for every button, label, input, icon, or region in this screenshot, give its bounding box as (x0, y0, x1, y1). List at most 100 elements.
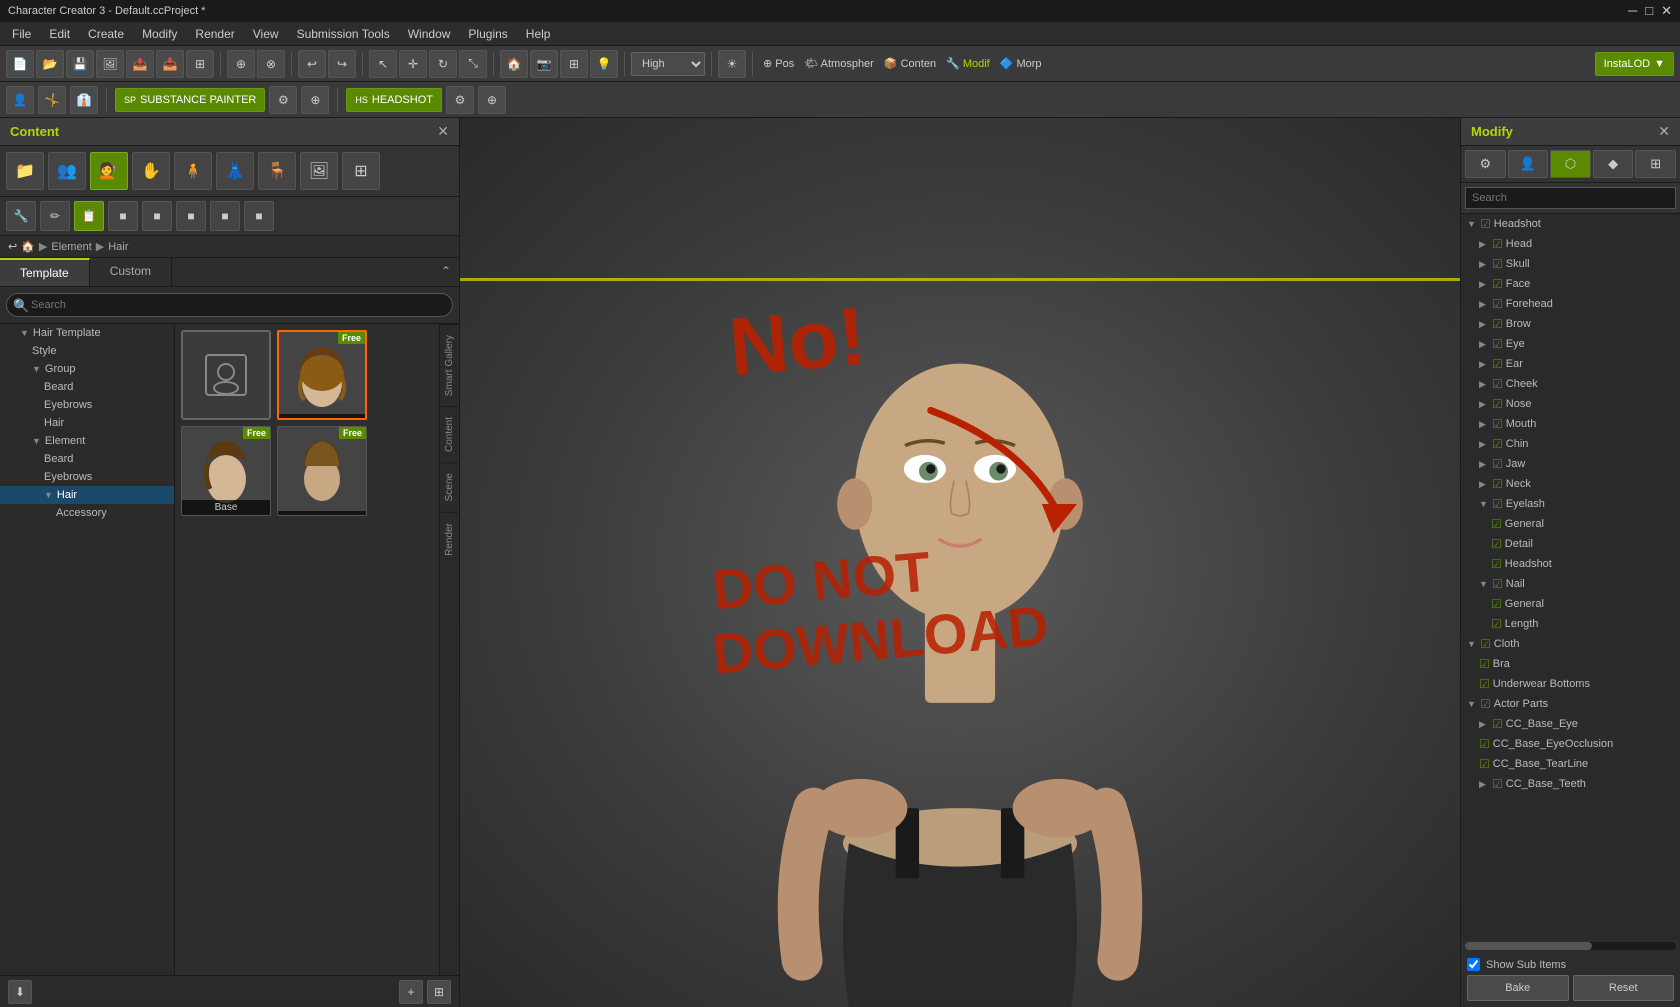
mod-nail[interactable]: ▼ ☑ Nail (1461, 574, 1680, 594)
accessory-btn[interactable]: 👔 (70, 86, 98, 114)
content-folder-icon[interactable]: 📁 (6, 152, 44, 190)
content-cloth-icon[interactable]: 👗 (216, 152, 254, 190)
modify-tab-body[interactable]: 👤 (1508, 150, 1549, 178)
mod-cc-eye-occlusion[interactable]: ☑ CC_Base_EyeOcclusion (1461, 734, 1680, 754)
modify-tab-morph[interactable]: ◆ (1593, 150, 1634, 178)
content-small-8[interactable]: ■ (244, 201, 274, 231)
modify-tab-checker[interactable]: ⊞ (1635, 150, 1676, 178)
snap-btn[interactable]: ⊗ (257, 50, 285, 78)
substance-extra-btn[interactable]: ⊕ (301, 86, 329, 114)
mod-chin[interactable]: ▶ ☑ Chin (1461, 434, 1680, 454)
open-btn[interactable]: 📂 (36, 50, 64, 78)
mod-cc-tearline[interactable]: ☑ CC_Base_TearLine (1461, 754, 1680, 774)
content-image-icon[interactable]: 🖼 (300, 152, 338, 190)
undo-arrow-icon[interactable]: ↩ (8, 240, 17, 253)
grid-btn[interactable]: ⊞ (186, 50, 214, 78)
tree-hair-elem[interactable]: ▼ Hair (0, 486, 174, 504)
content-add-btn[interactable]: + (399, 980, 423, 1004)
minimize-btn[interactable]: ─ (1628, 3, 1637, 19)
maximize-btn[interactable]: □ (1645, 3, 1653, 19)
content-down-btn[interactable]: ⬇ (8, 980, 32, 1004)
frame-btn[interactable]: ⊞ (560, 50, 588, 78)
content-frame-icon[interactable]: ⊞ (342, 152, 380, 190)
mod-head[interactable]: ▶ ☑ Head (1461, 234, 1680, 254)
tree-element[interactable]: ▼ Element (0, 432, 174, 450)
modify-search-input[interactable] (1465, 187, 1676, 209)
content-panel-close[interactable]: ✕ (437, 123, 449, 140)
content-small-1[interactable]: 🔧 (6, 201, 36, 231)
center-btn[interactable]: ⊕ (227, 50, 255, 78)
modify-tab-person[interactable]: ⚙ (1465, 150, 1506, 178)
show-sub-items-checkbox[interactable] (1467, 958, 1480, 971)
menu-submission[interactable]: Submission Tools (289, 25, 398, 43)
content-prop-icon[interactable]: 🪑 (258, 152, 296, 190)
mod-eyelash-headshot[interactable]: ☑ Headshot (1461, 554, 1680, 574)
tab-template[interactable]: Template (0, 258, 90, 286)
scrollbar-track[interactable] (1465, 942, 1676, 950)
menu-render[interactable]: Render (187, 25, 242, 43)
bc-hair[interactable]: Hair (108, 241, 128, 253)
mod-mouth[interactable]: ▶ ☑ Mouth (1461, 414, 1680, 434)
mod-nail-length[interactable]: ☑ Length (1461, 614, 1680, 634)
mod-headshot[interactable]: ▼ ☑ Headshot (1461, 214, 1680, 234)
side-tab-content[interactable]: Content (441, 406, 458, 462)
select-btn[interactable]: ↖ (369, 50, 397, 78)
mod-jaw[interactable]: ▶ ☑ Jaw (1461, 454, 1680, 474)
mod-cc-base-eye[interactable]: ▶ ☑ CC_Base_Eye (1461, 714, 1680, 734)
content-small-2[interactable]: ✏ (40, 201, 70, 231)
menu-edit[interactable]: Edit (41, 25, 78, 43)
content-grid-btn[interactable]: ⊞ (427, 980, 451, 1004)
tree-hair-template[interactable]: ▼ Hair Template (0, 324, 174, 342)
menu-view[interactable]: View (245, 25, 287, 43)
content-small-4[interactable]: ■ (108, 201, 138, 231)
bc-element[interactable]: Element (51, 241, 91, 253)
headshot-settings-btn[interactable]: ⚙ (446, 86, 474, 114)
mod-nose[interactable]: ▶ ☑ Nose (1461, 394, 1680, 414)
menu-modify[interactable]: Modify (134, 25, 185, 43)
tree-eyebrows-elem[interactable]: Eyebrows (0, 468, 174, 486)
mod-bra[interactable]: ☑ Bra (1461, 654, 1680, 674)
light-btn[interactable]: 💡 (590, 50, 618, 78)
content-search-input[interactable] (6, 293, 453, 317)
content-hair-icon[interactable]: 💇 (90, 152, 128, 190)
home-breadcrumb-icon[interactable]: 🏠 (21, 240, 35, 253)
menu-file[interactable]: File (4, 25, 39, 43)
content-small-5[interactable]: ■ (142, 201, 172, 231)
screenshot-btn[interactable]: 🖼 (96, 50, 124, 78)
menu-create[interactable]: Create (80, 25, 132, 43)
tree-beard-group[interactable]: Beard (0, 378, 174, 396)
tab-collapse-btn[interactable]: ⌃ (433, 258, 459, 286)
bake-button[interactable]: Bake (1467, 975, 1569, 1001)
grid-item-folder[interactable] (181, 330, 271, 420)
mod-skull[interactable]: ▶ ☑ Skull (1461, 254, 1680, 274)
mod-cheek[interactable]: ▶ ☑ Cheek (1461, 374, 1680, 394)
modify-tab-shape[interactable]: ⬡ (1550, 150, 1591, 178)
grid-item-hair1[interactable]: Free (277, 330, 367, 420)
mod-brow[interactable]: ▶ ☑ Brow (1461, 314, 1680, 334)
menu-plugins[interactable]: Plugins (460, 25, 515, 43)
content-small-6[interactable]: ■ (176, 201, 206, 231)
content-hand-icon[interactable]: ✋ (132, 152, 170, 190)
undo-btn[interactable]: ↩ (298, 50, 326, 78)
rotate-btn[interactable]: ↻ (429, 50, 457, 78)
headshot-extra-btn[interactable]: ⊕ (478, 86, 506, 114)
mod-underwear[interactable]: ☑ Underwear Bottoms (1461, 674, 1680, 694)
mod-face[interactable]: ▶ ☑ Face (1461, 274, 1680, 294)
mod-eyelash-detail[interactable]: ☑ Detail (1461, 534, 1680, 554)
new-btn[interactable]: 📄 (6, 50, 34, 78)
tree-eyebrows-group[interactable]: Eyebrows (0, 396, 174, 414)
scale-btn[interactable]: ⤡ (459, 50, 487, 78)
content-body-icon[interactable]: 🧍 (174, 152, 212, 190)
char-btn[interactable]: 👤 (6, 86, 34, 114)
instalod-btn[interactable]: InstaLOD ▼ (1595, 52, 1674, 76)
content-character-icon[interactable]: 👥 (48, 152, 86, 190)
mod-actor-parts[interactable]: ▼ ☑ Actor Parts (1461, 694, 1680, 714)
mod-cc-teeth[interactable]: ▶ ☑ CC_Base_Teeth (1461, 774, 1680, 794)
mod-ear[interactable]: ▶ ☑ Ear (1461, 354, 1680, 374)
tab-custom[interactable]: Custom (90, 258, 172, 286)
home-btn[interactable]: 🏠 (500, 50, 528, 78)
side-tab-smart-gallery[interactable]: Smart Gallery (441, 324, 458, 406)
substance-settings-btn[interactable]: ⚙ (269, 86, 297, 114)
grid-item-hair3[interactable]: Free (277, 426, 367, 516)
menu-help[interactable]: Help (518, 25, 559, 43)
